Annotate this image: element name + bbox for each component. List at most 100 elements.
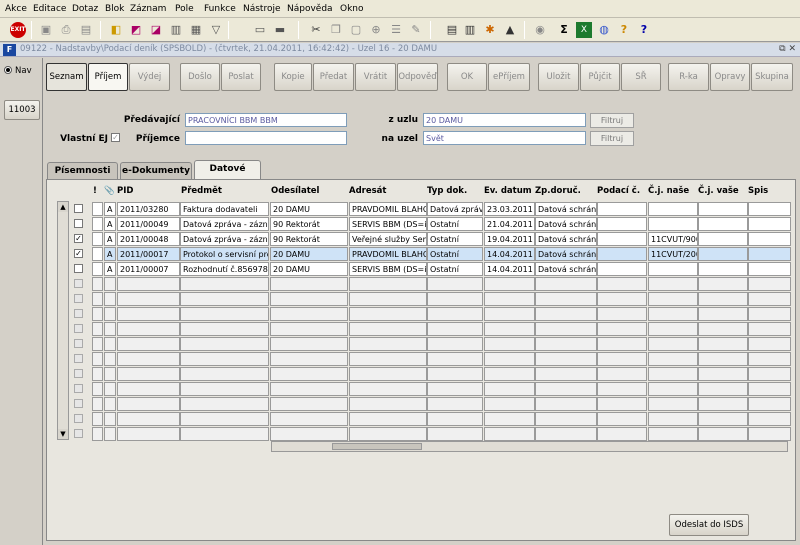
cell-adresat[interactable] (349, 397, 427, 411)
cell-predmet[interactable]: Protokol o servisní pro (180, 247, 269, 261)
cell-datum[interactable]: 21.04.2011 (484, 217, 535, 231)
cell-cj_vase[interactable] (698, 337, 748, 351)
cell-typ[interactable]: Ostatní (427, 247, 483, 261)
tools-icon[interactable]: ✱ (482, 22, 498, 38)
cell-podaci[interactable] (597, 322, 647, 336)
cell-adresat[interactable]: SERVIS BBM (DS=i (349, 262, 427, 276)
cell-pid[interactable] (117, 382, 180, 396)
query-execute-icon[interactable]: ◩ (128, 22, 144, 38)
cell-predmet[interactable] (180, 397, 269, 411)
query-enter-icon[interactable]: ◧ (108, 22, 124, 38)
priority-cell[interactable] (92, 352, 103, 366)
cell-cj_vase[interactable] (698, 262, 748, 276)
cell-predmet[interactable] (180, 427, 269, 441)
cell-typ[interactable] (427, 277, 483, 291)
cell-flag[interactable] (104, 382, 116, 396)
menu-item-9[interactable]: Okno (340, 4, 364, 14)
priority-cell[interactable] (92, 292, 103, 306)
opravy-button[interactable]: Opravy (710, 63, 750, 91)
cell-flag[interactable]: A (104, 217, 116, 231)
ok-button[interactable]: OK (447, 63, 487, 91)
vydej-button[interactable]: Výdej (129, 63, 170, 91)
cell-zp[interactable] (535, 307, 597, 321)
cell-predmet[interactable] (180, 412, 269, 426)
cell-cj_nase[interactable] (648, 367, 698, 381)
warning-icon[interactable]: ▲ (502, 22, 518, 38)
cell-zp[interactable]: Datová schránk (535, 202, 597, 216)
cell-datum[interactable] (484, 292, 535, 306)
cell-podaci[interactable] (597, 247, 647, 261)
cell-cj_vase[interactable] (698, 277, 748, 291)
kopie-button[interactable]: Kopie (274, 63, 312, 91)
tab-pisemnosti[interactable]: Písemnosti (47, 162, 118, 179)
cell-flag[interactable] (104, 322, 116, 336)
cell-cj_vase[interactable] (698, 247, 748, 261)
cell-predmet[interactable]: Datová zpráva - zázn (180, 217, 269, 231)
cell-spis[interactable] (748, 382, 791, 396)
exit-icon[interactable]: EXIT (10, 22, 26, 38)
cell-typ[interactable] (427, 337, 483, 351)
rka-button[interactable]: R-ka (668, 63, 709, 91)
cut-icon[interactable]: ✂ (308, 22, 324, 38)
cell-odesilatel[interactable] (270, 427, 348, 441)
cell-podaci[interactable] (597, 262, 647, 276)
cell-podaci[interactable] (597, 367, 647, 381)
cell-flag[interactable]: A (104, 262, 116, 276)
horizontal-scrollbar[interactable] (271, 441, 788, 452)
cell-cj_vase[interactable] (698, 217, 748, 231)
cell-spis[interactable] (748, 352, 791, 366)
cell-zp[interactable] (535, 367, 597, 381)
cell-datum[interactable] (484, 337, 535, 351)
cell-podaci[interactable] (597, 307, 647, 321)
cell-datum[interactable]: 19.04.2011 (484, 232, 535, 246)
priority-cell[interactable] (92, 397, 103, 411)
cell-adresat[interactable]: SERVIS BBM (DS=i (349, 217, 427, 231)
menu-item-2[interactable]: Dotaz (72, 4, 98, 14)
cell-predmet[interactable] (180, 322, 269, 336)
cell-odesilatel[interactable] (270, 277, 348, 291)
cell-cj_vase[interactable] (698, 352, 748, 366)
cell-adresat[interactable] (349, 382, 427, 396)
cell-zp[interactable]: Datová schránk (535, 247, 597, 261)
cell-cj_vase[interactable] (698, 427, 748, 441)
cell-zp[interactable] (535, 397, 597, 411)
cell-flag[interactable] (104, 307, 116, 321)
menu-item-0[interactable]: Akce (5, 4, 27, 14)
cell-flag[interactable] (104, 277, 116, 291)
cell-predmet[interactable] (180, 292, 269, 306)
cell-pid[interactable] (117, 412, 180, 426)
cell-cj_vase[interactable] (698, 202, 748, 216)
priority-cell[interactable] (92, 367, 103, 381)
cell-datum[interactable]: 23.03.2011 (484, 202, 535, 216)
cell-adresat[interactable]: Veřejné služby Sem (349, 232, 427, 246)
priority-cell[interactable] (92, 202, 103, 216)
cell-datum[interactable] (484, 307, 535, 321)
cell-datum[interactable] (484, 322, 535, 336)
cell-adresat[interactable]: PRAVDOMIL BLAHO (349, 202, 427, 216)
cell-spis[interactable] (748, 262, 791, 276)
menu-item-1[interactable]: Editace (33, 4, 66, 14)
cell-spis[interactable] (748, 367, 791, 381)
cell-predmet[interactable] (180, 382, 269, 396)
cell-typ[interactable] (427, 382, 483, 396)
cell-datum[interactable] (484, 352, 535, 366)
cell-pid[interactable] (117, 352, 180, 366)
cell-adresat[interactable] (349, 427, 427, 441)
cell-odesilatel[interactable] (270, 397, 348, 411)
cell-flag[interactable] (104, 337, 116, 351)
cell-flag[interactable] (104, 352, 116, 366)
cell-zp[interactable] (535, 292, 597, 306)
cell-typ[interactable] (427, 397, 483, 411)
odpoved-button[interactable]: Odpověď (397, 63, 438, 91)
priority-cell[interactable] (92, 412, 103, 426)
cell-predmet[interactable] (180, 337, 269, 351)
cell-odesilatel[interactable] (270, 322, 348, 336)
edit-icon[interactable]: ✎ (408, 22, 424, 38)
attach-icon[interactable]: ▥ (462, 22, 478, 38)
cell-cj_vase[interactable] (698, 367, 748, 381)
cell-typ[interactable]: Ostatní (427, 217, 483, 231)
cell-odesilatel[interactable]: 90 Rektorát (270, 232, 348, 246)
cell-adresat[interactable] (349, 352, 427, 366)
cell-typ[interactable] (427, 352, 483, 366)
cell-spis[interactable] (748, 202, 791, 216)
